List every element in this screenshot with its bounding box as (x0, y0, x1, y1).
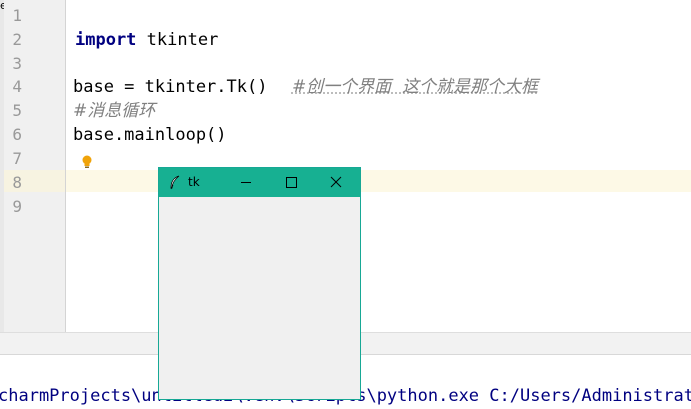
tk-window[interactable]: tk (158, 167, 361, 400)
line-number: 5 (12, 101, 22, 120)
close-button[interactable] (314, 168, 358, 197)
feather-icon (169, 175, 181, 190)
line-number: 7 (12, 149, 22, 168)
line-number: 8 (12, 173, 22, 192)
module-name: tkinter (136, 30, 219, 50)
code-text: base.mainloop() (73, 125, 227, 145)
maximize-button[interactable] (269, 168, 313, 197)
line-number: 4 (12, 77, 22, 96)
line-number: 3 (12, 54, 22, 73)
tk-window-body (159, 197, 360, 399)
code-text: base = tkinter.Tk() (73, 77, 288, 97)
code-line-5[interactable]: #消息循环 (73, 99, 155, 123)
line-number: 6 (12, 125, 22, 144)
tk-window-title: tk (188, 175, 200, 189)
code-line-4[interactable]: base = tkinter.Tk() #创一个界面 这个就是那个大框 (73, 75, 538, 99)
tk-titlebar[interactable]: tk (159, 168, 360, 197)
code-line-2[interactable]: import tkinter (75, 28, 218, 52)
maximize-icon (286, 177, 297, 188)
line-number: 2 (12, 30, 22, 49)
minimize-button[interactable] (224, 168, 268, 197)
line-number: 1 (12, 6, 22, 25)
minimize-icon (241, 182, 251, 183)
code-comment: #创一个界面 这个就是那个大框 (291, 77, 538, 97)
close-icon (330, 176, 342, 188)
code-line-6[interactable]: base.mainloop() (73, 123, 227, 147)
code-comment: #消息循环 (73, 101, 156, 121)
lightbulb-icon[interactable] (81, 154, 93, 168)
import-keyword: import (75, 30, 137, 50)
line-number: 9 (12, 197, 22, 216)
